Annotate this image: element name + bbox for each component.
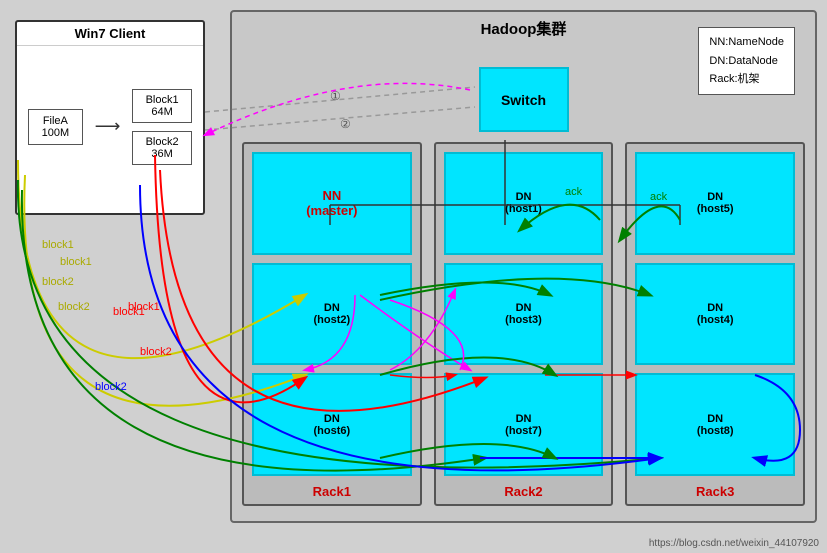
win7-body: FileA 100M ⟶ Block1 64M Block2 36M (17, 46, 203, 207)
rack3: DN(host5) DN(host4) DN(host8) Rack3 (625, 142, 805, 506)
racks-container: NN(master) DN(host2) DN(host6) Rack1 DN(… (242, 142, 805, 506)
node-dn-host3: DN(host3) (444, 263, 604, 366)
watermark: https://blog.csdn.net/weixin_44107920 (649, 538, 819, 549)
win7-title: Win7 Client (17, 22, 203, 46)
svg-text:block2: block2 (42, 276, 74, 288)
svg-text:block2: block2 (95, 381, 127, 393)
switch-box: Switch (479, 67, 569, 132)
node-dn-host1: DN(host1) (444, 152, 604, 255)
main-container: Win7 Client FileA 100M ⟶ Block1 64M Bloc… (0, 0, 827, 553)
legend-nn: NN:NameNode (709, 33, 784, 52)
svg-text:block2: block2 (140, 346, 172, 358)
svg-text:block2: block2 (58, 301, 90, 313)
file-arrow: ⟶ (95, 116, 121, 137)
file-name: FileA (43, 115, 68, 127)
node-dn-host8: DN(host8) (635, 373, 795, 476)
legend-rack: Rack:机架 (709, 70, 784, 89)
block2-size: 36M (151, 148, 172, 160)
file-box: FileA 100M (28, 109, 83, 145)
node-dn-host4: DN(host4) (635, 263, 795, 366)
rack3-label: Rack3 (627, 484, 803, 499)
rack1: NN(master) DN(host2) DN(host6) Rack1 (242, 142, 422, 506)
switch-label: Switch (501, 92, 546, 108)
node-nn-master: NN(master) (252, 152, 412, 255)
block2-box: Block2 36M (132, 131, 192, 165)
block1-name: Block1 (146, 94, 179, 106)
block2-name: Block2 (146, 136, 179, 148)
hadoop-cluster: Hadoop集群 NN:NameNode DN:DataNode Rack:机架… (230, 10, 817, 523)
win7-client: Win7 Client FileA 100M ⟶ Block1 64M Bloc… (15, 20, 205, 215)
svg-text:block1: block1 (42, 239, 74, 251)
file-size: 100M (42, 127, 70, 139)
blocks-container: Block1 64M Block2 36M (132, 89, 192, 165)
rack2: DN(host1) DN(host3) DN(host7) Rack2 (434, 142, 614, 506)
node-dn-host7: DN(host7) (444, 373, 604, 476)
rack2-label: Rack2 (436, 484, 612, 499)
node-dn-host2: DN(host2) (252, 263, 412, 366)
block1-size: 64M (151, 106, 172, 118)
block1-box: Block1 64M (132, 89, 192, 123)
svg-text:block1: block1 (113, 306, 145, 318)
svg-text:block1: block1 (128, 301, 160, 313)
rack1-label: Rack1 (244, 484, 420, 499)
legend-dn: DN:DataNode (709, 52, 784, 71)
node-dn-host5: DN(host5) (635, 152, 795, 255)
node-dn-host6: DN(host6) (252, 373, 412, 476)
legend-box: NN:NameNode DN:DataNode Rack:机架 (698, 27, 795, 95)
svg-text:block1: block1 (60, 256, 92, 268)
